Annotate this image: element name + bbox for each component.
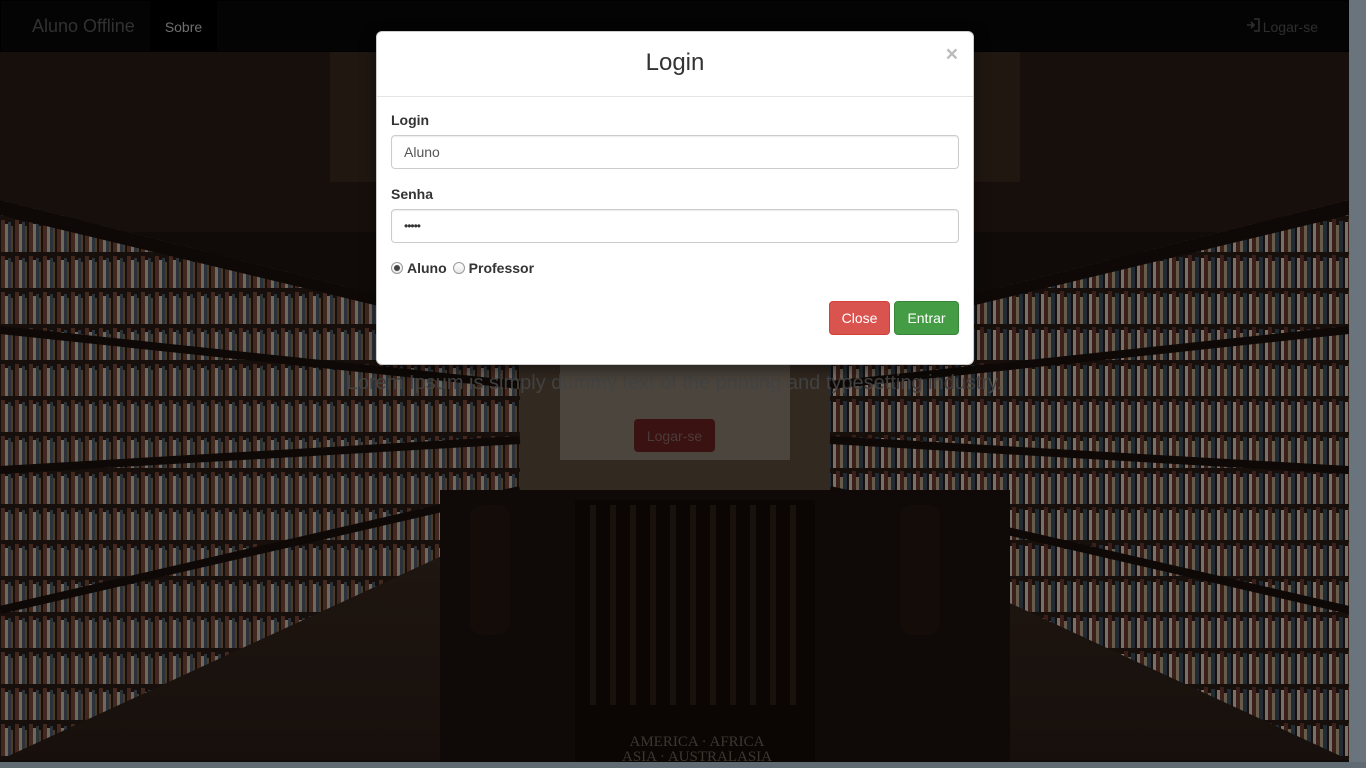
login-group: Login [391,112,959,169]
password-group: Senha ••••• [391,186,959,243]
radio-professor-label[interactable]: Professor [469,260,534,276]
window-bottom-edge [0,762,1366,768]
login-modal: Login × Login Senha ••••• Aluno Professo… [376,31,974,365]
login-label: Login [391,112,430,128]
login-input[interactable] [391,135,959,169]
submit-button[interactable]: Entrar [894,301,959,335]
radio-aluno[interactable] [391,262,403,274]
user-type-radio-group: Aluno Professor [391,260,959,276]
page-scrollbar[interactable] [1349,0,1366,768]
password-input[interactable]: ••••• [391,209,959,243]
modal-title: Login [645,49,705,76]
close-icon[interactable]: × [946,44,958,65]
password-mask: ••••• [404,219,421,233]
radio-aluno-label[interactable]: Aluno [407,260,447,276]
modal-header: Login × [377,32,973,97]
password-label: Senha [391,186,434,202]
close-button[interactable]: Close [829,301,890,335]
modal-footer: Close Entrar [829,301,959,335]
modal-body: Login Senha ••••• Aluno Professor [377,97,973,276]
radio-professor[interactable] [452,262,465,274]
